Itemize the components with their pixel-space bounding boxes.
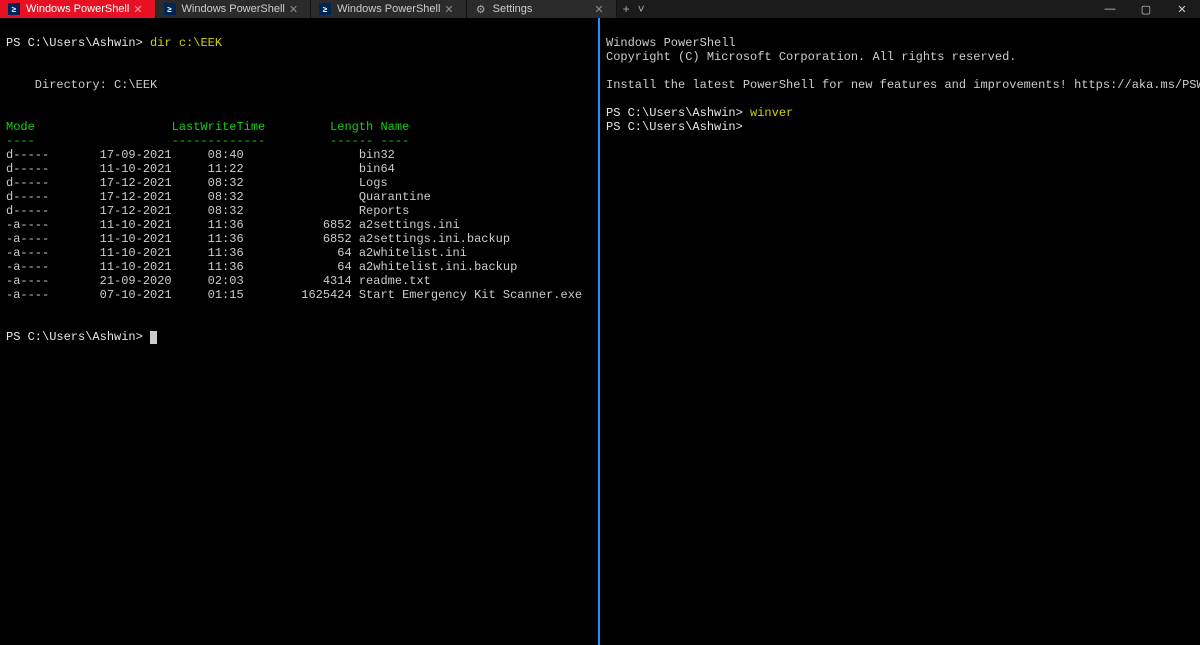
powershell-icon: ≥	[319, 3, 331, 15]
banner-line: Windows PowerShell	[606, 36, 736, 50]
tab-2[interactable]: ≥ Windows PowerShell✕	[311, 0, 467, 18]
gear-icon: ⚙	[475, 3, 487, 15]
minimize-button[interactable]: —	[1092, 0, 1128, 18]
tabstrip: ≥Windows PowerShell✕≥Windows PowerShell✕…	[0, 0, 617, 18]
powershell-icon: ≥	[8, 3, 20, 15]
tab-close-button[interactable]: ✕	[440, 1, 457, 18]
prompt: PS C:\Users\Ashwin>	[606, 120, 743, 134]
window-controls: — ▢ ✕	[1092, 0, 1200, 18]
terminal-pane-left[interactable]: PS C:\Users\Ashwin> dir c:\EEK Directory…	[0, 18, 600, 645]
tab-1[interactable]: ≥ Windows PowerShell✕	[156, 0, 312, 18]
close-window-button[interactable]: ✕	[1164, 0, 1200, 18]
tab-label: Windows PowerShell	[182, 3, 285, 15]
terminal-pane-right[interactable]: Windows PowerShell Copyright (C) Microso…	[600, 18, 1200, 645]
tab-close-button[interactable]: ✕	[285, 1, 302, 18]
maximize-button[interactable]: ▢	[1128, 0, 1164, 18]
command-text: dir c:\EEK	[150, 36, 222, 50]
command-text: winver	[750, 106, 793, 120]
tab-3[interactable]: ⚙ Settings ✕	[467, 0, 617, 18]
tab-close-button[interactable]: ✕	[129, 1, 146, 18]
prompt: PS C:\Users\Ashwin>	[606, 106, 743, 120]
tab-0[interactable]: ≥ Windows PowerShell✕	[0, 0, 156, 18]
tab-close-button[interactable]: ✕	[590, 1, 607, 18]
install-url: https://aka.ms/PSWindows	[1074, 78, 1200, 92]
titlebar: ≥Windows PowerShell✕≥Windows PowerShell✕…	[0, 0, 1200, 18]
table-header: Mode LastWriteTime Length Name	[6, 120, 409, 134]
new-tab-button[interactable]: +	[623, 2, 630, 16]
tab-dropdown-button[interactable]: ˅	[638, 2, 645, 16]
table-rows: d----- 17-09-2021 08:40 bin32 d----- 11-…	[6, 148, 582, 302]
directory-header: Directory: C:\EEK	[6, 78, 157, 92]
table-header-rule: ---- ------------- ------ ----	[6, 134, 409, 148]
cursor	[150, 331, 157, 344]
tab-label: Windows PowerShell	[26, 3, 129, 15]
tab-label: Settings	[493, 3, 533, 15]
split-panes: PS C:\Users\Ashwin> dir c:\EEK Directory…	[0, 18, 1200, 645]
install-message: Install the latest PowerShell for new fe…	[606, 78, 1074, 92]
tab-actions: + ˅	[617, 0, 651, 18]
tab-label: Windows PowerShell	[337, 3, 440, 15]
prompt: PS C:\Users\Ashwin>	[6, 36, 143, 50]
powershell-icon: ≥	[164, 3, 176, 15]
banner-line: Copyright (C) Microsoft Corporation. All…	[606, 50, 1016, 64]
prompt: PS C:\Users\Ashwin>	[6, 330, 143, 344]
